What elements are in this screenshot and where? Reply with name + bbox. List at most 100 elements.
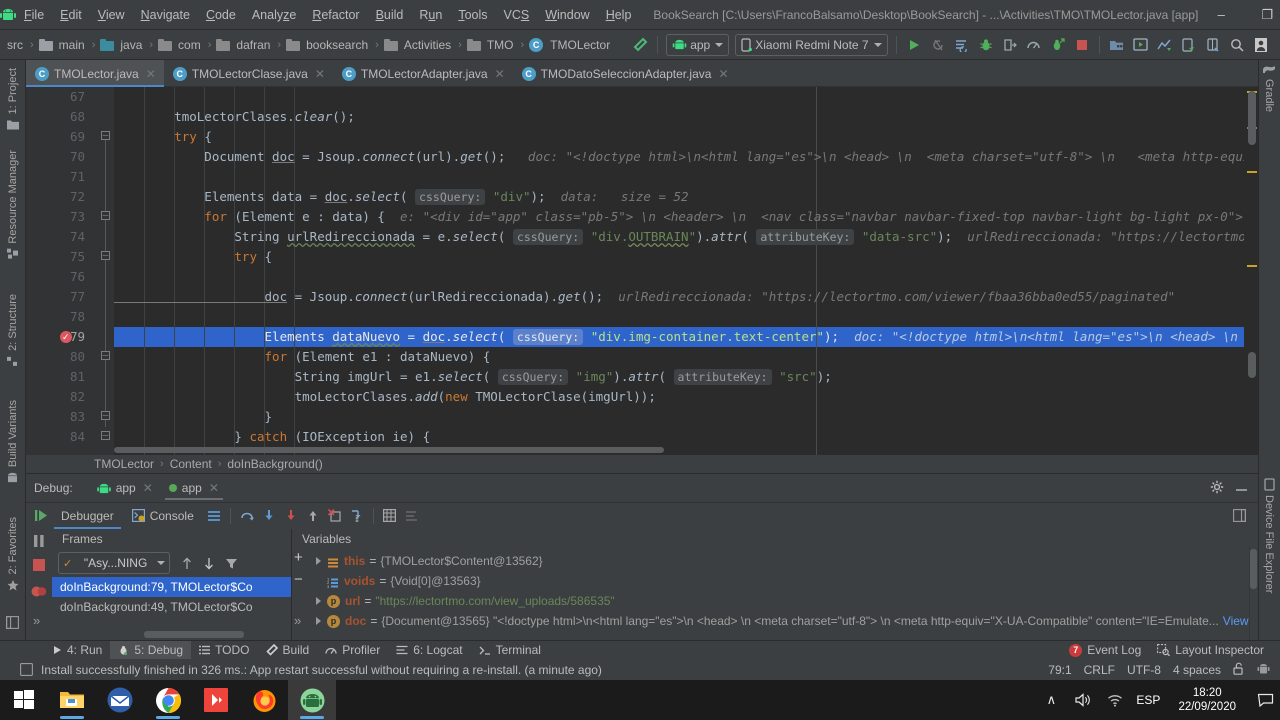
taskbar-firefox[interactable] <box>240 680 288 720</box>
thread-selector[interactable]: ✓ "Asy...NING <box>58 552 170 574</box>
apply-changes-icon[interactable] <box>950 33 974 57</box>
breakpoint-marker[interactable]: ✓ <box>60 331 72 343</box>
close-icon[interactable]: ✕ <box>146 67 156 81</box>
pause-icon[interactable] <box>33 535 45 550</box>
menu-navigate[interactable]: Navigate <box>133 0 198 30</box>
close-icon[interactable]: ✕ <box>315 67 325 81</box>
stop-icon[interactable] <box>33 559 45 574</box>
module-selector[interactable]: app <box>666 33 730 56</box>
variable-row-voids[interactable]: 123 voids = {Void[0]@13563} <box>308 571 481 591</box>
sidebar-item-resource-manager[interactable]: Resource Manager <box>0 146 26 264</box>
breadcrumb-dafran[interactable]: dafran <box>214 30 274 60</box>
taskbar-clock[interactable]: 18:20 22/09/2020 <box>1170 686 1244 714</box>
editor-tab-tmolectoradapter[interactable]: C TMOLectorAdapter.java ✕ <box>333 60 513 87</box>
breadcrumb-method[interactable]: doInBackground() <box>227 457 322 471</box>
debug-subtab-console[interactable]: Console <box>123 503 203 529</box>
frame-row[interactable]: doInBackground:49, TMOLector$Co <box>52 597 291 617</box>
inspection-icon[interactable] <box>1257 662 1270 678</box>
bottom-tab-profiler[interactable]: Profiler <box>317 641 388 660</box>
bottom-tab-todo[interactable]: TODO <box>191 641 257 660</box>
more-options-icon[interactable]: » <box>33 613 40 628</box>
breadcrumb-inner-class[interactable]: Content <box>170 457 212 471</box>
start-button[interactable] <box>0 680 48 720</box>
taskbar-mail[interactable] <box>96 680 144 720</box>
layout-inspector-button[interactable]: Layout Inspector <box>1149 641 1272 660</box>
line-number-gutter[interactable]: 67 68 69 70 71 72 73 74 75 76 77 78 79 8… <box>26 87 98 455</box>
breadcrumb-class[interactable]: TMOLector <box>94 457 154 471</box>
maximize-button[interactable]: ❐ <box>1244 0 1280 30</box>
memory-indicator-icon[interactable] <box>20 663 33 676</box>
taskbar-anydesk[interactable] <box>192 680 240 720</box>
fold-marker[interactable]: ─ <box>101 351 110 360</box>
sdk-manager-icon[interactable] <box>1105 33 1129 57</box>
show-hidden-icons-button[interactable]: ∧ <box>1040 692 1062 708</box>
frames-horizontal-scrollbar[interactable] <box>144 631 244 638</box>
debug-session-tab-app-2[interactable]: app ✕ <box>161 474 227 502</box>
close-icon[interactable]: ✕ <box>143 481 153 495</box>
indent-setting[interactable]: 4 spaces <box>1173 663 1221 677</box>
fold-marker[interactable]: ─ <box>101 211 110 220</box>
fold-marker[interactable]: ─ <box>101 431 110 440</box>
scrollbar-thumb-secondary[interactable] <box>1248 352 1256 378</box>
caret-position[interactable]: 79:1 <box>1048 663 1071 677</box>
code-folding-gutter[interactable]: ─ ─ ─ ─ ─ ─ <box>98 87 114 455</box>
expand-arrow-icon[interactable] <box>316 617 321 625</box>
debug-subtab-debugger[interactable]: Debugger <box>52 503 123 529</box>
taskbar-android-studio[interactable] <box>288 680 336 720</box>
notification-icon[interactable] <box>1254 693 1276 707</box>
close-icon[interactable]: ✕ <box>495 67 505 81</box>
force-step-into-icon[interactable] <box>280 505 302 527</box>
editor-tab-tmodatoseleccionadapter[interactable]: C TMODatoSeleccionAdapter.java ✕ <box>513 60 737 87</box>
horizontal-scrollbar-thumb[interactable] <box>114 447 664 453</box>
menu-build[interactable]: Build <box>368 0 412 30</box>
run-coverage-icon[interactable] <box>1046 33 1070 57</box>
sidebar-item-favorites[interactable]: 2: Favorites <box>0 513 26 595</box>
variables-scrollbar[interactable] <box>1249 547 1258 640</box>
layout-inspector-icon[interactable] <box>1201 33 1225 57</box>
debug-session-tab-app-1[interactable]: app ✕ <box>89 474 161 502</box>
close-icon[interactable]: ✕ <box>718 67 728 81</box>
menu-code[interactable]: Code <box>198 0 244 30</box>
layout-settings-icon[interactable] <box>203 505 225 527</box>
menu-analyze[interactable]: Analyze <box>244 0 304 30</box>
editor-tab-tmolectorclase[interactable]: C TMOLectorClase.java ✕ <box>164 60 333 87</box>
bottom-tab-build[interactable]: Build <box>258 641 318 660</box>
expand-arrow-icon[interactable] <box>316 557 321 565</box>
remove-watch-button[interactable]: − <box>294 572 303 587</box>
warning-marker[interactable] <box>1247 171 1257 173</box>
breadcrumb-java[interactable]: java <box>98 30 146 60</box>
breadcrumb-main[interactable]: main <box>37 30 89 60</box>
add-watch-button[interactable]: + <box>294 550 303 565</box>
up-arrow-icon[interactable] <box>176 552 198 574</box>
minimize-button[interactable]: – <box>1198 0 1244 30</box>
breadcrumb-booksearch[interactable]: booksearch <box>284 30 372 60</box>
wifi-icon[interactable] <box>1104 693 1126 707</box>
device-manager-icon[interactable] <box>1177 33 1201 57</box>
device-selector[interactable]: Xiaomi Redmi Note 7 <box>735 33 888 56</box>
more-options-icon[interactable]: » <box>294 613 301 628</box>
code-editor[interactable]: 67 68 69 70 71 72 73 74 75 76 77 78 79 8… <box>26 87 1258 455</box>
sidebar-item-device-file-explorer[interactable]: Device File Explorer <box>1258 478 1280 593</box>
editor-tab-tmolector[interactable]: C TMOLector.java ✕ <box>26 60 164 87</box>
restore-layout-icon[interactable] <box>1228 505 1250 527</box>
bottom-tab-terminal[interactable]: Terminal <box>471 641 549 660</box>
menu-window[interactable]: Window <box>537 0 597 30</box>
search-icon[interactable] <box>1225 33 1249 57</box>
debug-icon[interactable] <box>974 33 998 57</box>
settings-list-icon[interactable] <box>401 505 423 527</box>
mute-breakpoints-icon[interactable] <box>31 585 47 601</box>
run-to-cursor-icon[interactable] <box>346 505 368 527</box>
menu-refactor[interactable]: Refactor <box>304 0 367 30</box>
breadcrumb-tmolector[interactable]: C TMOLector <box>527 30 614 60</box>
evaluate-expression-icon[interactable] <box>379 505 401 527</box>
menu-edit[interactable]: Edit <box>52 0 90 30</box>
bottom-tab-run[interactable]: 4: Run <box>44 641 110 660</box>
close-icon[interactable]: ✕ <box>209 481 219 495</box>
line-separator[interactable]: CRLF <box>1084 663 1115 677</box>
menu-file[interactable]: File <box>16 0 52 30</box>
warning-marker[interactable] <box>1247 265 1257 267</box>
volume-icon[interactable] <box>1072 693 1094 707</box>
attach-debugger-icon[interactable] <box>998 33 1022 57</box>
variable-row-this[interactable]: this = {TMOLector$Content@13562} <box>308 551 543 571</box>
language-indicator[interactable]: ESP <box>1136 693 1160 707</box>
